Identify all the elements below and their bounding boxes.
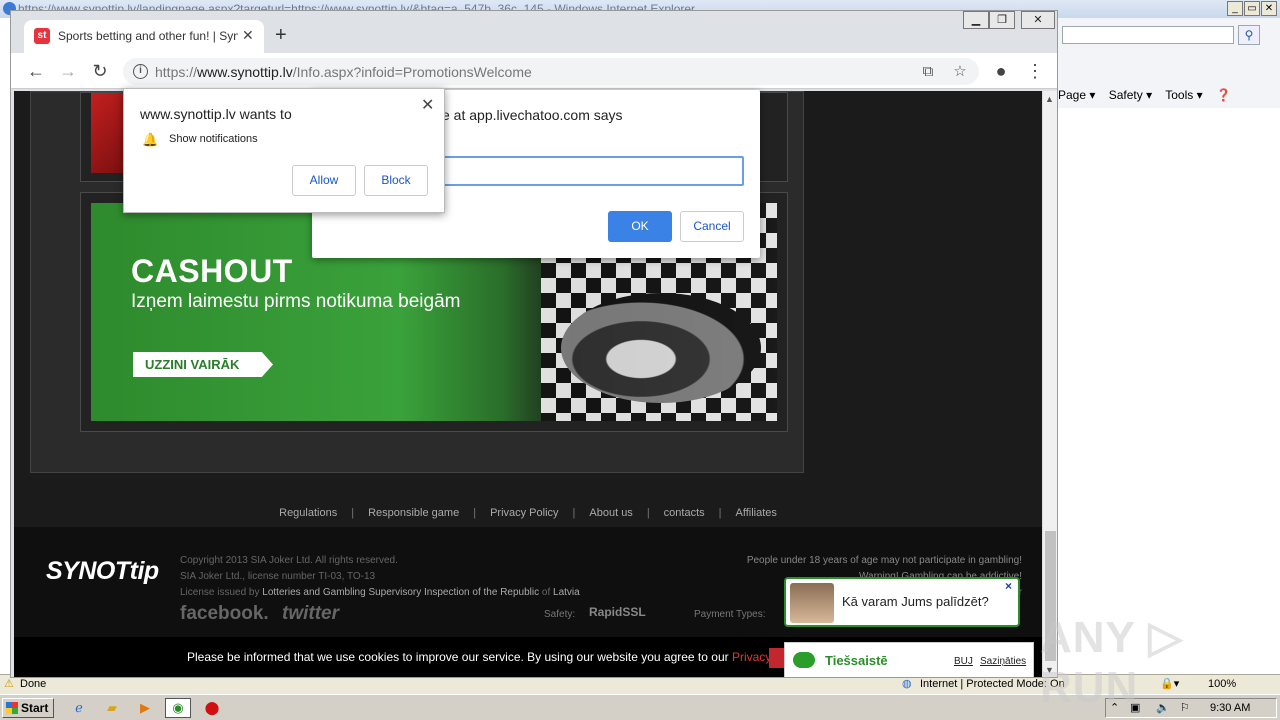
ie-maximize-button[interactable]: ▭	[1244, 1, 1260, 16]
bookmark-star-icon[interactable]: ☆	[951, 63, 969, 81]
ie-help-icon[interactable]: ❓	[1216, 88, 1231, 102]
folder-icon[interactable]: ▰	[99, 698, 125, 718]
js-dialog-title: e at app.livechatoo.com says	[442, 107, 623, 123]
ie-safety-menu[interactable]: Safety ▾	[1109, 88, 1152, 102]
facebook-link[interactable]: facebook.	[180, 603, 269, 625]
site-info-icon[interactable]: i	[133, 64, 148, 79]
footer-link-regulations[interactable]: Regulations	[279, 507, 337, 519]
banner-title: CASHOUT	[131, 253, 293, 289]
support-avatar	[790, 583, 834, 623]
ie-search-icon[interactable]: ⚲	[1238, 25, 1260, 45]
allow-button[interactable]: Allow	[292, 165, 356, 196]
cancel-button[interactable]: Cancel	[680, 211, 744, 242]
ie-page-menu[interactable]: Page ▾	[1058, 88, 1095, 102]
footer-link-responsible-game[interactable]: Responsible game	[368, 507, 459, 519]
url-scheme: https://	[155, 64, 198, 80]
age-line-1: People under 18 years of age may not par…	[746, 555, 1022, 566]
tab-close-icon[interactable]: ✕	[242, 27, 254, 44]
banner-subtitle: Izņem laimestu pirms notikuma beigām	[131, 291, 461, 312]
chat-close-icon[interactable]: ×	[1005, 579, 1012, 593]
ie-tools-menu[interactable]: Tools ▾	[1165, 88, 1202, 102]
start-button[interactable]: Start	[2, 698, 54, 718]
media-player-icon[interactable]: ▶	[132, 698, 158, 718]
chrome-taskbar-icon[interactable]: ◉	[165, 698, 191, 718]
chat-online-status: Tiešsaistē	[825, 653, 888, 668]
tab-title: Sports betting and other fun! | Synot	[58, 29, 238, 43]
toolbar: ← → ↻ i https://www.synottip.lv/Info.asp…	[11, 53, 1057, 89]
address-bar[interactable]: i https://www.synottip.lv/Info.aspx?info…	[123, 58, 979, 85]
footer-nav: Regulations | Responsible game | Privacy Pol…	[279, 507, 777, 519]
profile-icon[interactable]: ●	[991, 61, 1011, 81]
footer-link-contacts[interactable]: contacts	[664, 507, 705, 519]
rapidssl-badge: RapidSSL	[589, 605, 646, 619]
synottip-favicon-icon: st	[34, 28, 50, 44]
notification-permission-prompt: www.synottip.lv wants to ✕ 🔔 Show notifi…	[123, 88, 445, 213]
synottip-logo[interactable]: SYNOTtip	[46, 557, 159, 586]
chat-question: Kā varam Jums palīdzēt?	[842, 594, 989, 609]
tab-strip: st Sports betting and other fun! | Synot…	[11, 11, 1057, 53]
lgsi-link[interactable]: Lotteries and Gambling Supervisory Inspe…	[262, 587, 539, 598]
ie-command-bar: Page ▾ Safety ▾ Tools ▾ ❓	[1058, 84, 1280, 106]
forward-icon[interactable]: →	[58, 61, 78, 81]
copyright-line-1: Copyright 2013 SIA Joker Ltd. All rights…	[180, 555, 398, 566]
restore-button[interactable]: ❐	[989, 11, 1015, 29]
ok-button[interactable]: OK	[608, 211, 672, 242]
chrome-window: st Sports betting and other fun! | Synot…	[10, 10, 1058, 678]
ie-content-area	[1058, 108, 1280, 674]
chat-faq-link[interactable]: BUJ	[954, 656, 973, 667]
learn-more-button[interactable]: UZZINI VAIRĀK	[133, 352, 273, 377]
cookie-text: Please be informed that we use cookies t…	[187, 650, 732, 664]
ie-taskbar-icon[interactable]: ℯ	[66, 698, 92, 718]
back-icon[interactable]: ←	[26, 61, 46, 81]
js-dialog-input[interactable]	[430, 156, 744, 186]
copyright-text: Copyright 2013 SIA Joker Ltd. All rights…	[180, 553, 620, 601]
ie-search-input[interactable]	[1062, 26, 1234, 44]
menu-kebab-icon[interactable]: ⋮	[1025, 61, 1045, 81]
payment-types-label: Payment Types:	[694, 609, 766, 620]
footer-link-privacy-policy[interactable]: Privacy Policy	[490, 507, 558, 519]
block-button[interactable]: Block	[364, 165, 428, 196]
tab-active[interactable]: st Sports betting and other fun! | Synot…	[24, 20, 264, 53]
ie-close-button[interactable]: ✕	[1261, 1, 1277, 16]
chat-bubble-icon	[793, 652, 815, 668]
opera-icon[interactable]: ⬤	[199, 698, 225, 718]
copyright-line-2: SIA Joker Ltd., license number TI-03, TO…	[180, 571, 376, 582]
copyright-line-3: License issued by Lotteries and Gambling…	[180, 587, 580, 598]
minimize-button[interactable]: ▁	[963, 11, 989, 29]
footer-link-affiliates[interactable]: Affiliates	[736, 507, 777, 519]
anyrun-watermark: ANY ▷ RUN	[1040, 613, 1184, 712]
url-host: www.synottip.lv	[197, 64, 293, 80]
url-path: /Info.aspx?infoid=PromotionsWelcome	[292, 64, 532, 80]
footer-link-about-us[interactable]: About us	[589, 507, 632, 519]
permission-title: www.synottip.lv wants to	[140, 106, 292, 122]
twitter-link[interactable]: twitter	[282, 603, 339, 625]
permission-close-icon[interactable]: ✕	[421, 95, 434, 115]
permission-item: Show notifications	[169, 133, 258, 145]
chat-bar[interactable]: Tiešsaistē BUJ Saziņāties	[784, 642, 1034, 677]
bell-icon: 🔔	[142, 132, 159, 147]
translate-icon[interactable]: ⧉	[919, 63, 937, 81]
new-tab-icon[interactable]: +	[275, 24, 287, 47]
scroll-up-icon[interactable]: ▲	[1045, 94, 1054, 104]
ie-minimize-button[interactable]: _	[1227, 1, 1243, 16]
chat-prompt-bubble[interactable]: Kā varam Jums palīdzēt? ×	[784, 577, 1020, 627]
safety-label: Safety:	[544, 609, 576, 620]
url-text[interactable]: https://www.synottip.lv/Info.aspx?infoid…	[155, 64, 532, 80]
chat-contacts-link[interactable]: Saziņāties	[980, 656, 1026, 667]
close-button[interactable]: ✕	[1021, 11, 1055, 29]
page-scrollbar[interactable]: ▲ ▼	[1042, 91, 1057, 677]
reload-icon[interactable]: ↻	[90, 61, 110, 81]
